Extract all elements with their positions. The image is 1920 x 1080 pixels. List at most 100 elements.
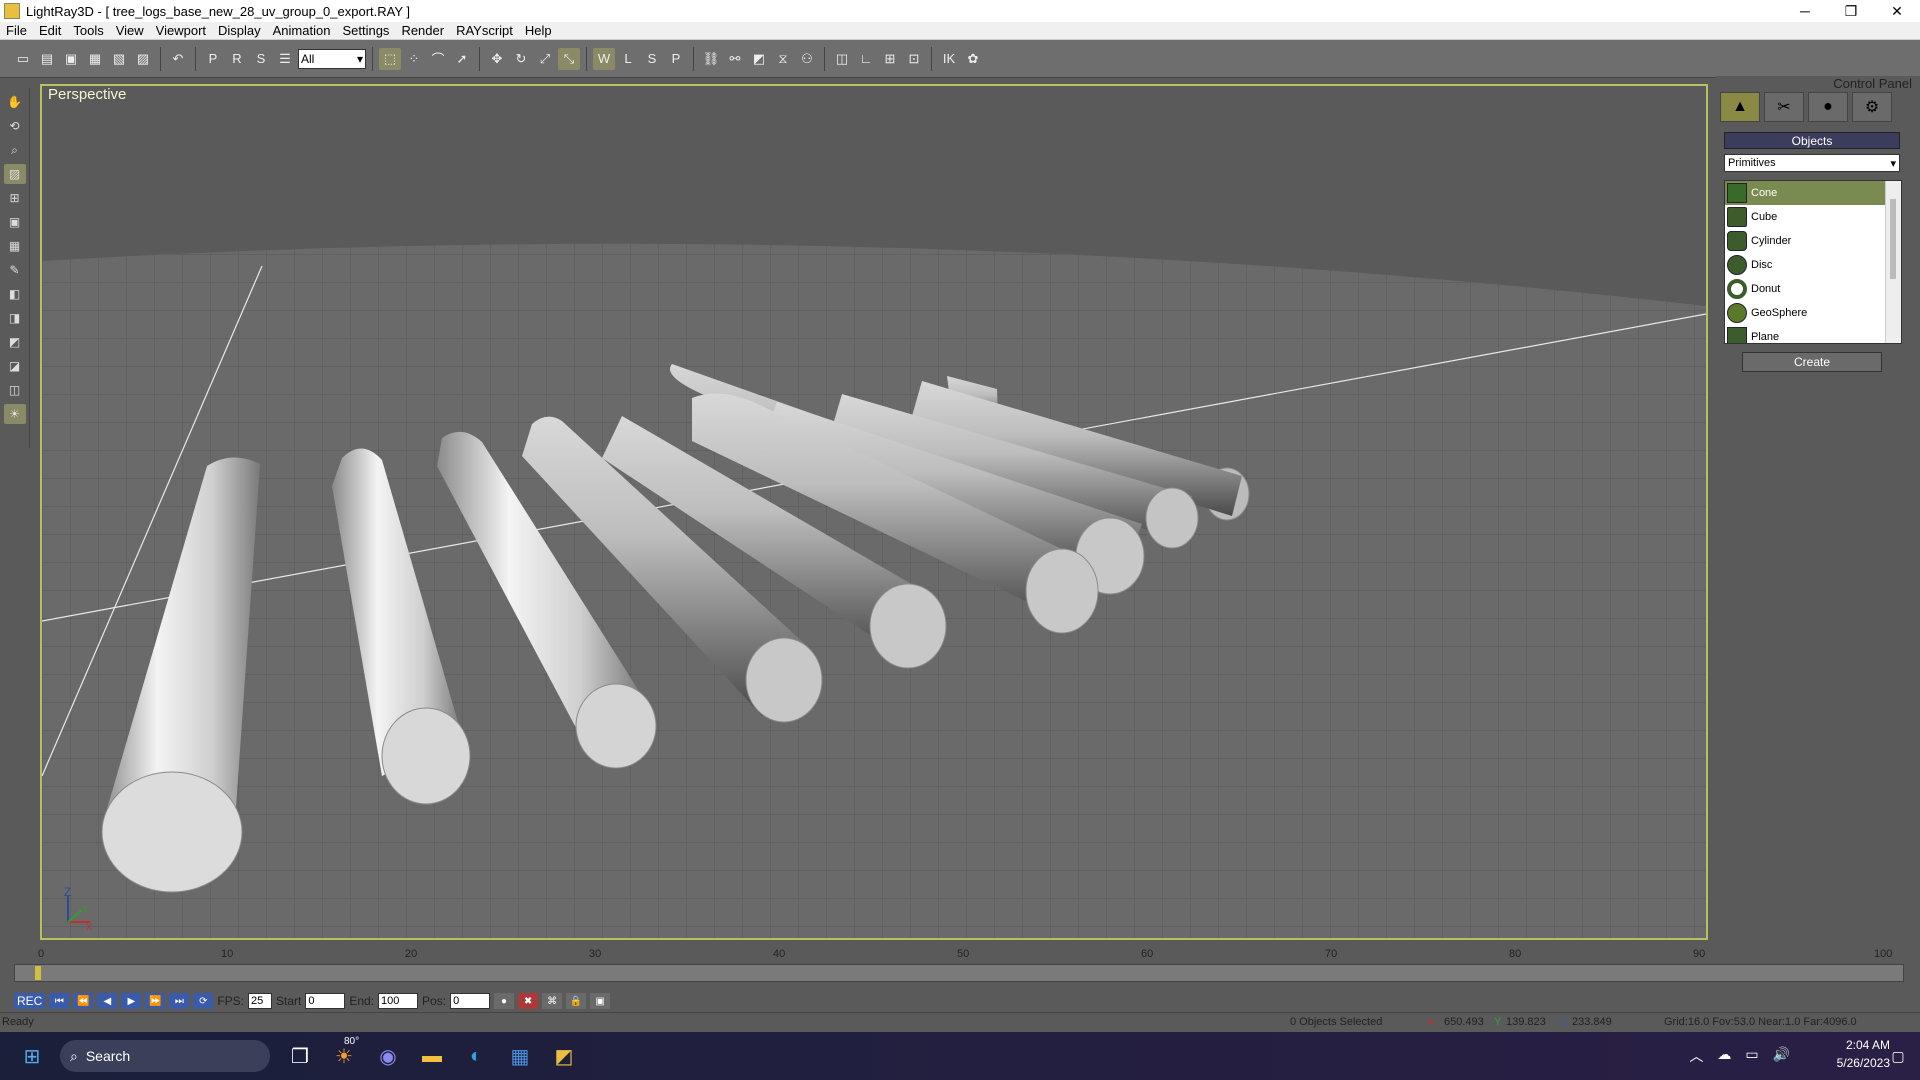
select-lasso-icon[interactable]: ⁘ bbox=[403, 48, 425, 70]
start-input[interactable]: 0 bbox=[305, 993, 346, 1009]
chat-icon[interactable]: ◉ bbox=[374, 1042, 402, 1070]
menu-edit[interactable]: Edit bbox=[33, 23, 67, 38]
selection-filter-select[interactable]: All ▾ bbox=[298, 48, 366, 69]
box-shaded-icon[interactable]: ◧ bbox=[4, 284, 26, 304]
measure-icon[interactable]: ∟ bbox=[855, 48, 877, 70]
box-light-icon[interactable]: ◫ bbox=[4, 380, 26, 400]
box-textured-icon[interactable]: ◩ bbox=[4, 332, 26, 352]
list-item[interactable]: Cone bbox=[1725, 181, 1885, 205]
list-item[interactable]: Cube bbox=[1725, 205, 1885, 229]
snap-icon[interactable]: ◩ bbox=[748, 48, 770, 70]
key-lock-icon[interactable]: 🔒 bbox=[566, 993, 587, 1009]
grid-view-icon[interactable]: ▦ bbox=[4, 236, 26, 256]
unlink-icon[interactable]: ⚯ bbox=[724, 48, 746, 70]
perspective-viewport[interactable]: Perspective Z Y X bbox=[40, 84, 1708, 940]
menu-tools[interactable]: Tools bbox=[67, 23, 109, 38]
orbit-icon[interactable]: ⟲ bbox=[4, 116, 26, 136]
menu-display[interactable]: Display bbox=[212, 23, 267, 38]
end-input[interactable]: 100 bbox=[378, 993, 419, 1009]
create-button[interactable]: Create bbox=[1742, 352, 1882, 372]
category-select[interactable]: Primitives ▾ bbox=[1724, 154, 1900, 172]
timeline-track[interactable] bbox=[14, 964, 1904, 982]
list-item[interactable]: Cylinder bbox=[1725, 229, 1885, 253]
network-icon[interactable]: ▭ bbox=[1745, 1046, 1758, 1066]
material-tab-icon[interactable]: ● bbox=[1808, 92, 1848, 122]
align-icon[interactable]: ◫ bbox=[831, 48, 853, 70]
select-paint-icon[interactable]: ⌒ bbox=[427, 48, 449, 70]
filter-icon[interactable]: ☰ bbox=[274, 48, 296, 70]
pan-hand-icon[interactable]: ✋ bbox=[4, 92, 26, 112]
loop-icon[interactable]: ⟳ bbox=[193, 993, 214, 1009]
four-view-icon[interactable]: ⊞ bbox=[4, 188, 26, 208]
cloud-icon[interactable]: ☁ bbox=[1717, 1046, 1731, 1066]
save-as-icon[interactable]: ▦ bbox=[84, 48, 106, 70]
world-axis-icon[interactable]: W bbox=[593, 47, 615, 70]
windows-start-icon[interactable]: ⊞ bbox=[18, 1042, 46, 1070]
select-r-icon[interactable]: R bbox=[226, 48, 248, 70]
mirror-icon[interactable]: ⧖ bbox=[772, 48, 794, 70]
move-icon[interactable]: ✥ bbox=[486, 48, 508, 70]
list-item[interactable]: Disc bbox=[1725, 253, 1885, 277]
maximize-button[interactable]: ❐ bbox=[1828, 0, 1874, 22]
pointer-icon[interactable]: ➚ bbox=[451, 48, 473, 70]
store-icon[interactable]: ▦ bbox=[506, 1042, 534, 1070]
select-p-icon[interactable]: P bbox=[202, 48, 224, 70]
screen-axis-icon[interactable]: S bbox=[641, 48, 663, 70]
prev-frame-icon[interactable]: ◀ bbox=[97, 993, 118, 1009]
new-file-icon[interactable]: ▭ bbox=[12, 48, 34, 70]
record-button[interactable]: REC bbox=[14, 993, 46, 1009]
zoom-icon[interactable]: ⌕ bbox=[4, 140, 26, 160]
modify-tab-icon[interactable]: ✂ bbox=[1764, 92, 1804, 122]
file-explorer-icon[interactable]: ▬ bbox=[418, 1042, 446, 1070]
material-icon[interactable]: ✿ bbox=[962, 48, 984, 70]
zoom-selected-icon[interactable]: ⊡ bbox=[903, 48, 925, 70]
zoom-extents-icon[interactable]: ⊞ bbox=[879, 48, 901, 70]
box-wire-icon[interactable]: ◨ bbox=[4, 308, 26, 328]
menu-viewport[interactable]: Viewport bbox=[150, 23, 212, 38]
list-scrollbar[interactable] bbox=[1885, 181, 1901, 343]
fps-input[interactable]: 25 bbox=[248, 993, 273, 1009]
paint-icon[interactable]: ✎ bbox=[4, 260, 26, 280]
menu-settings[interactable]: Settings bbox=[336, 23, 395, 38]
save-icon[interactable]: ▣ bbox=[60, 48, 82, 70]
menu-rayscript[interactable]: RAYscript bbox=[450, 23, 519, 38]
key-filter-icon[interactable]: ⌘ bbox=[542, 993, 563, 1009]
key-add-icon[interactable]: ● bbox=[494, 993, 515, 1009]
create-tab-icon[interactable]: ▲ bbox=[1720, 92, 1760, 122]
first-frame-icon[interactable]: ⏮ bbox=[49, 993, 70, 1009]
list-item[interactable]: Donut bbox=[1725, 277, 1885, 301]
menu-help[interactable]: Help bbox=[519, 23, 558, 38]
task-view-icon[interactable]: ❐ bbox=[286, 1042, 314, 1070]
notification-icon[interactable]: ▢ bbox=[1884, 1042, 1912, 1070]
key-delete-icon[interactable]: ✖ bbox=[518, 993, 539, 1009]
light-bulb-icon[interactable]: ☀ bbox=[3, 404, 26, 424]
chevron-up-icon[interactable]: ︿ bbox=[1689, 1046, 1703, 1066]
utilities-tab-icon[interactable]: ⚙ bbox=[1852, 92, 1892, 122]
menu-file[interactable]: File bbox=[0, 23, 33, 38]
timeline-cursor[interactable] bbox=[35, 966, 41, 980]
play-icon[interactable]: ▶ bbox=[121, 993, 142, 1009]
local-axis-icon[interactable]: L bbox=[617, 48, 639, 70]
lightray-app-icon[interactable]: ◩ bbox=[550, 1042, 578, 1070]
taskbar-search[interactable]: ⌕ Search bbox=[60, 1040, 270, 1072]
scale-icon[interactable]: ⤢ bbox=[534, 48, 556, 70]
open-file-icon[interactable]: ▤ bbox=[36, 48, 58, 70]
rotate-icon[interactable]: ↻ bbox=[510, 48, 532, 70]
volume-icon[interactable]: 🔊 bbox=[1773, 1046, 1790, 1066]
next-key-icon[interactable]: ⏩ bbox=[145, 993, 166, 1009]
ik-icon[interactable]: IK bbox=[938, 48, 960, 70]
menu-view[interactable]: View bbox=[110, 23, 150, 38]
list-item[interactable]: Plane bbox=[1725, 325, 1885, 343]
close-button[interactable]: ✕ bbox=[1874, 0, 1920, 22]
edge-icon[interactable]: ◐ bbox=[462, 1042, 490, 1070]
box-color-icon[interactable]: ◪ bbox=[4, 356, 26, 376]
pos-input[interactable]: 0 bbox=[450, 993, 491, 1009]
link-icon[interactable]: ⛓ bbox=[700, 48, 722, 70]
select-s-icon[interactable]: S bbox=[250, 48, 272, 70]
transform-icon[interactable]: ⤡ bbox=[558, 47, 580, 70]
export-icon[interactable]: ▨ bbox=[132, 48, 154, 70]
list-item[interactable]: GeoSphere bbox=[1725, 301, 1885, 325]
clock[interactable]: 2:04 AM 5/26/2023 bbox=[1837, 1036, 1890, 1072]
minimize-button[interactable]: ─ bbox=[1782, 0, 1828, 22]
import-icon[interactable]: ▧ bbox=[108, 48, 130, 70]
